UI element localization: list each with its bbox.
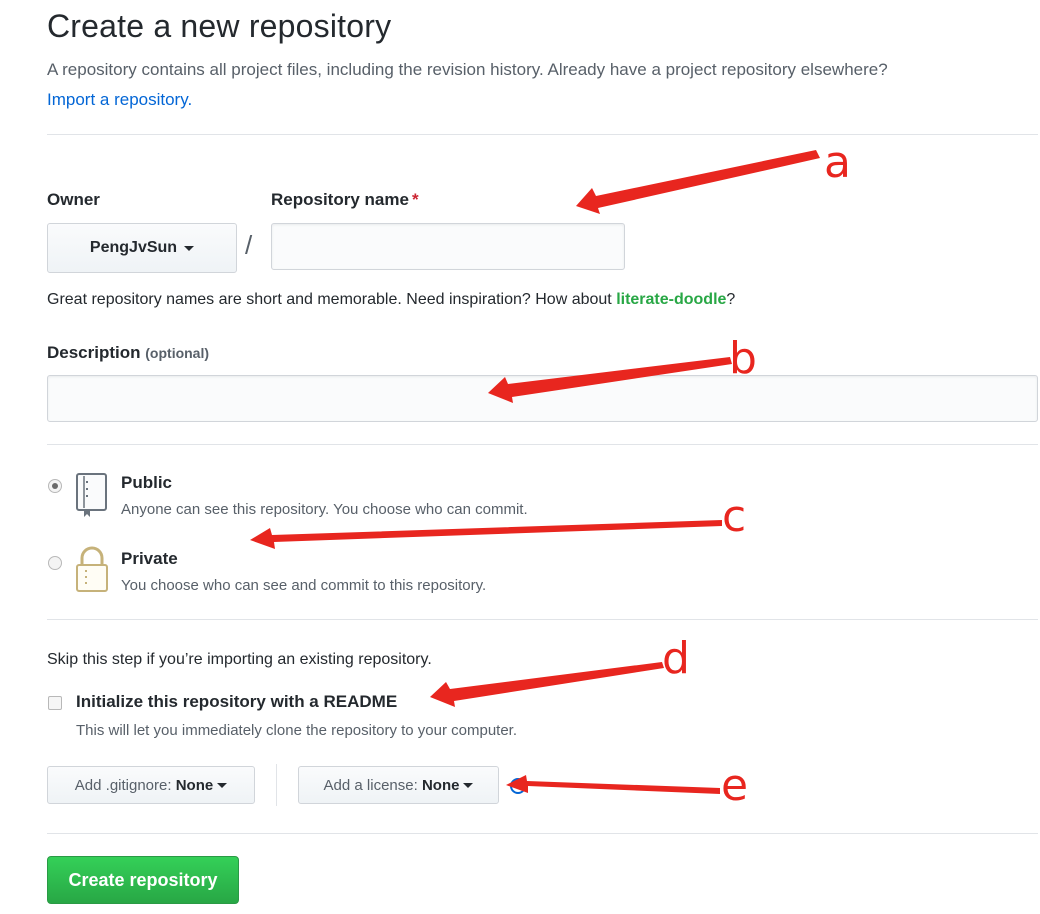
public-label: Public (121, 473, 173, 492)
annotation-label-d: d (662, 633, 690, 684)
private-label: Private (121, 549, 178, 568)
owner-value: PengJvSun (89, 239, 178, 256)
optional-hint: (optional) (145, 345, 210, 361)
license-prefix: Add a license: (323, 776, 418, 794)
divider (47, 444, 1038, 445)
divider (47, 833, 1038, 834)
readme-checkbox[interactable] (48, 696, 62, 710)
owner-label: Owner (47, 190, 100, 209)
annotation-label-c: c (722, 491, 747, 542)
skip-step-note: Skip this step if you’re importing an ex… (47, 651, 432, 668)
annotation-label-e: e (721, 760, 749, 811)
divider (47, 134, 1038, 135)
public-radio[interactable] (48, 479, 62, 493)
required-mark: * (411, 190, 419, 209)
info-icon[interactable] (510, 778, 526, 794)
repo-book-icon (75, 472, 109, 523)
import-repository-link[interactable]: Import a repository. (47, 90, 192, 109)
suggestion-text: Great repository names are short and mem… (47, 291, 612, 308)
page-lead: A repository contains all project files,… (47, 55, 1037, 115)
readme-description: This will let you immediately clone the … (76, 722, 518, 739)
suggested-name[interactable]: literate-doodle (616, 291, 726, 308)
gitignore-prefix: Add .gitignore: (74, 776, 172, 794)
annotation-label-a: a (824, 137, 851, 188)
owner-select[interactable]: PengJvSun (47, 223, 237, 273)
arrow-a (576, 150, 820, 214)
create-repository-button[interactable]: Create repository (47, 856, 239, 904)
arrow-e (506, 775, 720, 794)
gitignore-value: None (175, 776, 214, 794)
description-label: Description (optional) (47, 343, 209, 363)
readme-label[interactable]: Initialize this repository with a README (76, 692, 397, 712)
repository-name-label-text: Repository name (271, 190, 409, 209)
chevron-down-icon (217, 782, 228, 788)
annotation-label-b: b (729, 333, 757, 384)
private-radio[interactable] (48, 556, 62, 570)
arrow-c (250, 520, 722, 549)
gitignore-select[interactable]: Add .gitignore: None (47, 766, 255, 804)
lead-text: A repository contains all project files,… (47, 60, 888, 79)
chevron-down-icon (463, 782, 474, 788)
public-description: Anyone can see this repository. You choo… (121, 501, 528, 518)
suggestion-end: ? (726, 291, 736, 308)
page-title: Create a new repository (47, 8, 392, 44)
license-select[interactable]: Add a license: None (298, 766, 499, 804)
description-label-text: Description (47, 343, 141, 362)
license-value: None (421, 776, 460, 794)
path-separator: / (245, 230, 253, 260)
arrow-d (430, 662, 664, 707)
repository-name-input[interactable] (271, 223, 625, 270)
chevron-down-icon (184, 245, 195, 251)
repository-name-label: Repository name * (271, 190, 419, 210)
lock-icon (75, 545, 109, 598)
description-input[interactable] (47, 375, 1038, 422)
private-description: You choose who can see and commit to thi… (121, 577, 487, 594)
divider (47, 619, 1038, 620)
name-suggestion: Great repository names are short and mem… (47, 291, 735, 309)
vertical-divider (276, 764, 277, 806)
